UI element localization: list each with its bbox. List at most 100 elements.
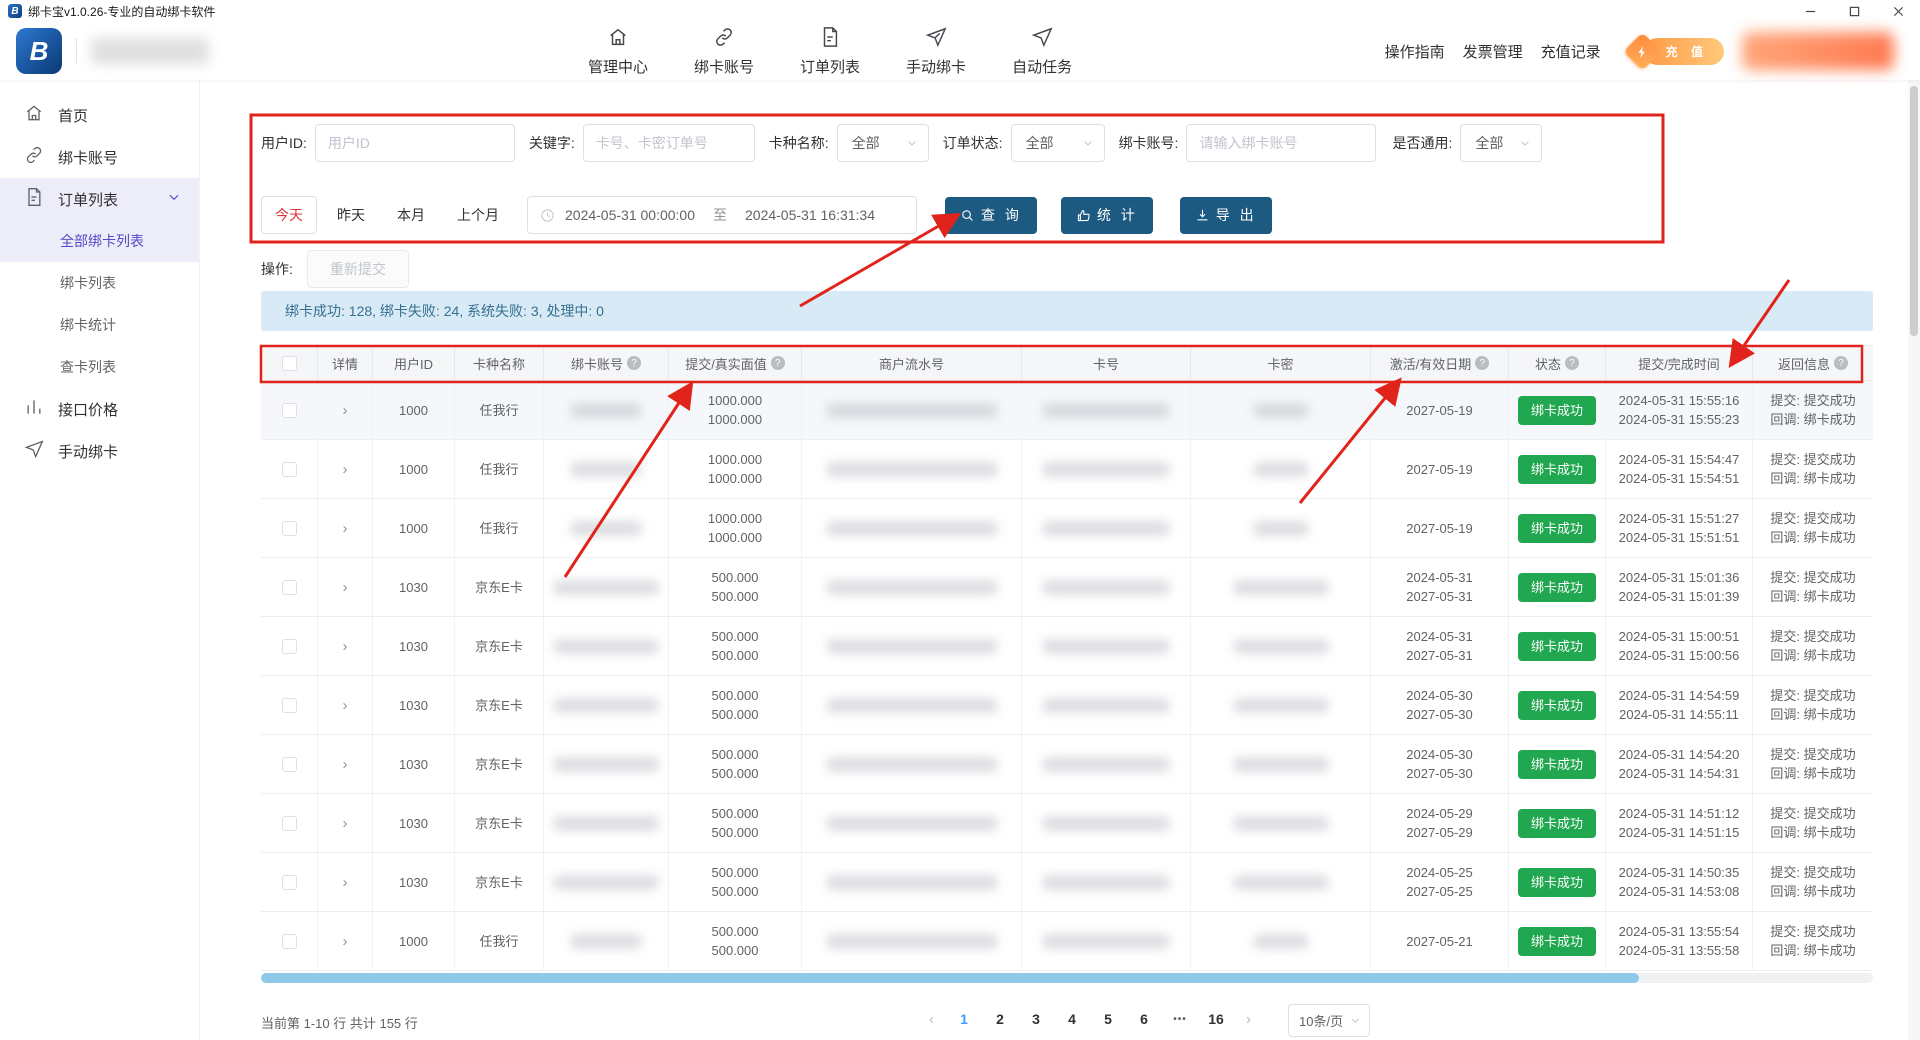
row-checkbox[interactable]	[282, 521, 297, 536]
page-button[interactable]: 5	[1094, 1004, 1122, 1034]
user-id-input[interactable]	[315, 124, 515, 162]
minimize-button[interactable]	[1788, 0, 1832, 22]
row-checkbox[interactable]	[282, 403, 297, 418]
status-badge: 绑卡成功	[1518, 396, 1596, 425]
date-range-picker[interactable]: 2024-05-31 00:00:00 至 2024-05-31 16:31:3…	[527, 196, 917, 234]
activation-date-cell: 2027-05-19	[1371, 381, 1509, 439]
vertical-scrollbar[interactable]	[1908, 80, 1920, 1040]
status-cell: 绑卡成功	[1509, 853, 1606, 911]
submit-complete-time-cell: 2024-05-31 15:00:512024-05-31 15:00:56	[1606, 617, 1753, 675]
universal-select[interactable]: 全部	[1460, 124, 1542, 162]
next-page-button[interactable]: ›	[1238, 1005, 1259, 1034]
page-button[interactable]: 3	[1022, 1004, 1050, 1034]
sidebar-item-order-list[interactable]: 订单列表	[0, 178, 199, 220]
card-no-cell	[1022, 912, 1191, 970]
horizontal-scrollbar[interactable]	[261, 973, 1873, 983]
row-checkbox[interactable]	[282, 757, 297, 772]
expand-row-icon[interactable]: ›	[343, 460, 348, 479]
expand-row-icon[interactable]: ›	[343, 519, 348, 538]
range-today-button[interactable]: 今天	[261, 196, 317, 234]
close-button[interactable]	[1876, 0, 1920, 22]
order-status-select[interactable]: 全部	[1011, 124, 1105, 162]
row-checkbox[interactable]	[282, 875, 297, 890]
sidebar-item-manual-bind[interactable]: 手动绑卡	[0, 430, 199, 472]
pages-ellipsis[interactable]: •••	[1166, 1004, 1194, 1034]
link-operation-guide[interactable]: 操作指南	[1385, 41, 1445, 62]
status-badge: 绑卡成功	[1518, 750, 1596, 779]
help-icon[interactable]: ?	[1565, 356, 1579, 370]
range-yesterday-button[interactable]: 昨天	[327, 196, 375, 234]
page-button[interactable]: 6	[1130, 1004, 1158, 1034]
row-checkbox[interactable]	[282, 816, 297, 831]
horizontal-scrollbar-thumb[interactable]	[261, 973, 1639, 983]
nav-item-manual-bind[interactable]: 手动绑卡	[906, 22, 966, 80]
blurred-card-no	[1042, 462, 1170, 477]
help-icon[interactable]: ?	[627, 356, 641, 370]
page-button[interactable]: 16	[1202, 1004, 1230, 1034]
page-button[interactable]: 4	[1058, 1004, 1086, 1034]
page-size-select[interactable]: 10条/页	[1288, 1004, 1370, 1037]
return-info-cell: 提交: 提交成功回调: 绑卡成功	[1753, 794, 1873, 852]
sidebar-subitem-all-bind-list[interactable]: 全部绑卡列表	[0, 220, 199, 262]
nav-item-order-list[interactable]: 订单列表	[800, 22, 860, 80]
submit-complete-time-cell: 2024-05-31 15:55:162024-05-31 15:55:23	[1606, 381, 1753, 439]
blurred-merchant-no	[826, 757, 998, 772]
help-icon[interactable]: ?	[1475, 356, 1489, 370]
merchant-no-cell	[802, 794, 1022, 852]
sidebar-item-bind-accounts[interactable]: 绑卡账号	[0, 136, 199, 178]
maximize-button[interactable]	[1832, 0, 1876, 22]
nav-item-bind-accounts[interactable]: 绑卡账号	[694, 22, 754, 80]
status-cell: 绑卡成功	[1509, 794, 1606, 852]
prev-page-button[interactable]: ‹	[921, 1005, 942, 1034]
keyword-input[interactable]	[583, 124, 755, 162]
activation-date-cell: 2024-05-312027-05-31	[1371, 617, 1509, 675]
sidebar-subitem-card-query-list[interactable]: 查卡列表	[0, 346, 199, 388]
return-info-cell: 提交: 提交成功回调: 绑卡成功	[1753, 735, 1873, 793]
activation-date-cell: 2027-05-19	[1371, 440, 1509, 498]
expand-row-icon[interactable]: ›	[343, 873, 348, 892]
blurred-account-name	[91, 38, 209, 64]
help-icon[interactable]: ?	[771, 356, 785, 370]
row-checkbox[interactable]	[282, 462, 297, 477]
sidebar-subitem-bind-stats[interactable]: 绑卡统计	[0, 304, 199, 346]
expand-row-icon[interactable]: ›	[343, 755, 348, 774]
bind-account-cell	[544, 558, 669, 616]
row-checkbox[interactable]	[282, 934, 297, 949]
recharge-button[interactable]: 充 值	[1629, 38, 1724, 65]
link-invoice-management[interactable]: 发票管理	[1463, 41, 1523, 62]
sidebar-item-api-prices[interactable]: 接口价格	[0, 388, 199, 430]
expand-row-icon[interactable]: ›	[343, 637, 348, 656]
select-all-checkbox[interactable]	[282, 356, 297, 371]
blurred-balance-button[interactable]	[1742, 32, 1894, 70]
expand-row-icon[interactable]: ›	[343, 696, 348, 715]
expand-row-icon[interactable]: ›	[343, 814, 348, 833]
search-button[interactable]: 查 询	[945, 197, 1037, 234]
row-checkbox[interactable]	[282, 698, 297, 713]
vertical-scrollbar-thumb[interactable]	[1910, 86, 1918, 336]
expand-row-icon[interactable]: ›	[343, 932, 348, 951]
card-type-select[interactable]: 全部	[837, 124, 929, 162]
sidebar-item-label: 订单列表	[58, 189, 118, 210]
page-button[interactable]: 2	[986, 1004, 1014, 1034]
row-checkbox[interactable]	[282, 639, 297, 654]
expand-row-icon[interactable]: ›	[343, 401, 348, 420]
help-icon[interactable]: ?	[1834, 356, 1848, 370]
page-button[interactable]: 1	[950, 1004, 978, 1034]
resubmit-button[interactable]: 重新提交	[307, 250, 409, 288]
chevron-down-icon	[906, 137, 918, 149]
sidebar-item-home[interactable]: 首页	[0, 94, 199, 136]
sidebar-subitem-bind-list[interactable]: 绑卡列表	[0, 262, 199, 304]
status-badge: 绑卡成功	[1518, 573, 1596, 602]
link-recharge-records[interactable]: 充值记录	[1541, 41, 1601, 62]
orders-table: 详情 用户ID 卡种名称 绑卡账号? 提交/真实面值? 商户流水号 卡号 卡密 …	[261, 345, 1873, 971]
stats-button[interactable]: 统 计	[1061, 197, 1153, 234]
export-button[interactable]: 导 出	[1180, 197, 1272, 234]
expand-row-icon[interactable]: ›	[343, 578, 348, 597]
nav-item-auto-tasks[interactable]: 自动任务	[1012, 22, 1072, 80]
range-this-month-button[interactable]: 本月	[387, 196, 435, 234]
nav-item-management-center[interactable]: 管理中心	[588, 22, 648, 80]
blurred-bind-account	[553, 816, 659, 831]
bind-account-input[interactable]	[1186, 124, 1376, 162]
range-last-month-button[interactable]: 上个月	[447, 196, 509, 234]
row-checkbox[interactable]	[282, 580, 297, 595]
